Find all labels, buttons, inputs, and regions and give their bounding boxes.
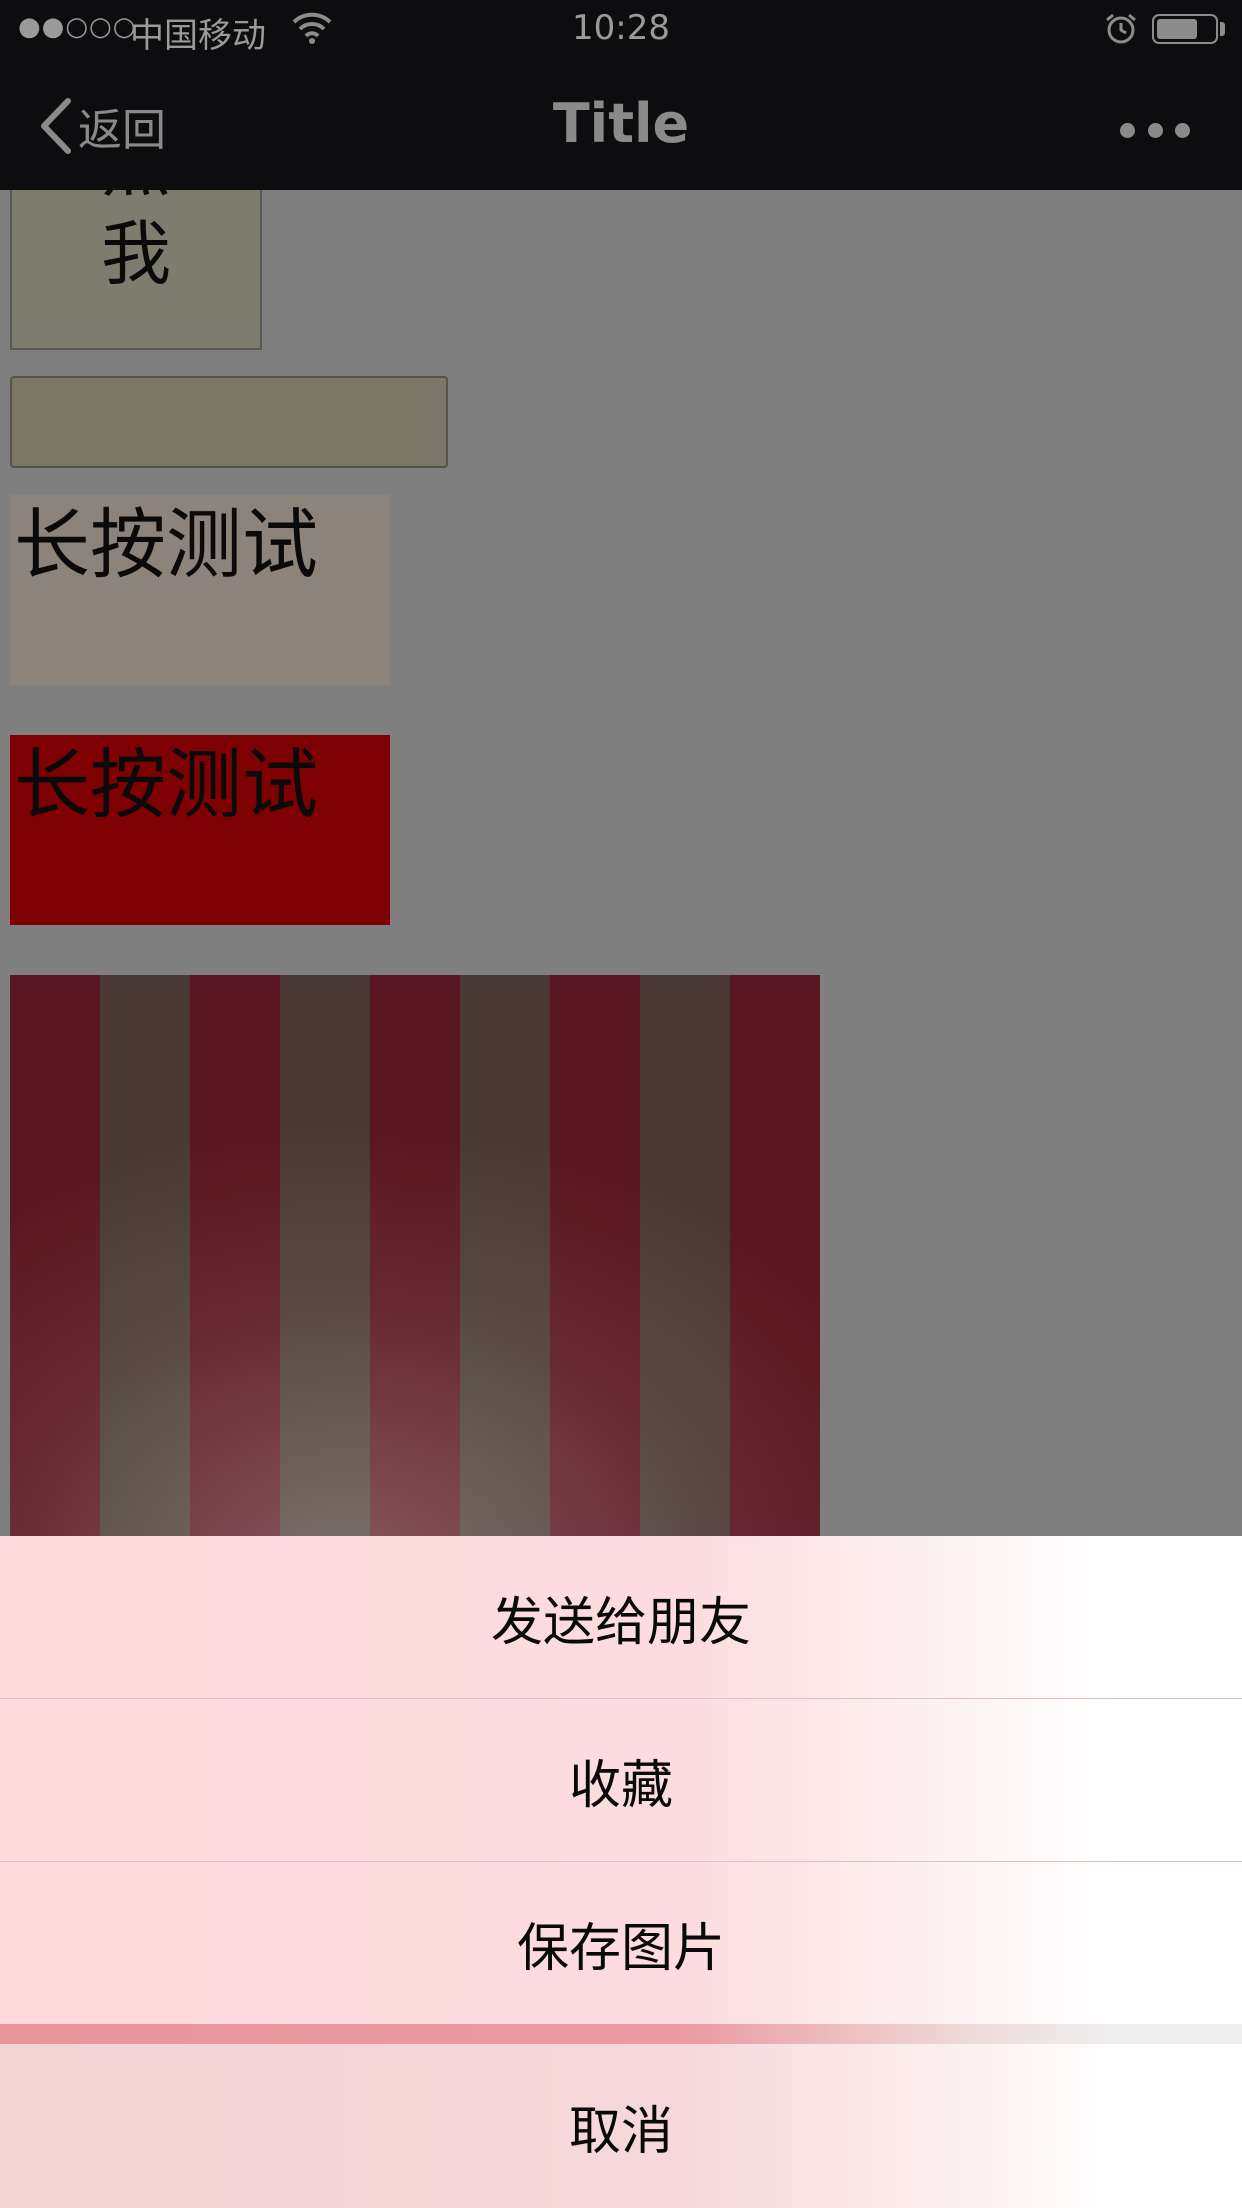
- status-bar: ●●○○○ 中国移动 10:28: [0, 0, 1242, 60]
- favorite-option[interactable]: 收藏: [0, 1699, 1242, 1862]
- send-to-friend-option[interactable]: 发送给朋友: [0, 1536, 1242, 1699]
- battery-level-fill: [1157, 19, 1197, 39]
- alarm-icon: [1106, 13, 1136, 44]
- click-me-button[interactable]: 点 我: [10, 190, 262, 350]
- text-input-field[interactable]: [10, 376, 448, 468]
- clock-time: 10:28: [572, 8, 670, 48]
- battery-tip: [1220, 22, 1225, 36]
- more-options-icon[interactable]: [1120, 120, 1190, 140]
- save-image-option[interactable]: 保存图片: [0, 1862, 1242, 2024]
- action-sheet-divider: [0, 2024, 1242, 2044]
- long-press-test-box[interactable]: 长按测试: [10, 495, 390, 685]
- long-press-test-red-box[interactable]: 长按测试: [10, 735, 390, 925]
- striped-image[interactable]: [10, 975, 820, 1536]
- click-me-label-line2: 我: [101, 213, 171, 295]
- action-sheet: 发送给朋友 收藏 保存图片 取消: [0, 1536, 1242, 2208]
- page-title: Title: [552, 92, 690, 155]
- striped-image-graphic: [10, 975, 820, 1536]
- page-content: 点 我 长按测试 长按测试: [0, 190, 1242, 1536]
- cancel-button[interactable]: 取消: [0, 2044, 1242, 2208]
- battery-icon: [1152, 14, 1218, 44]
- navigation-bar: 返回 Title: [0, 60, 1242, 190]
- click-me-label-line1: 点: [12, 190, 260, 210]
